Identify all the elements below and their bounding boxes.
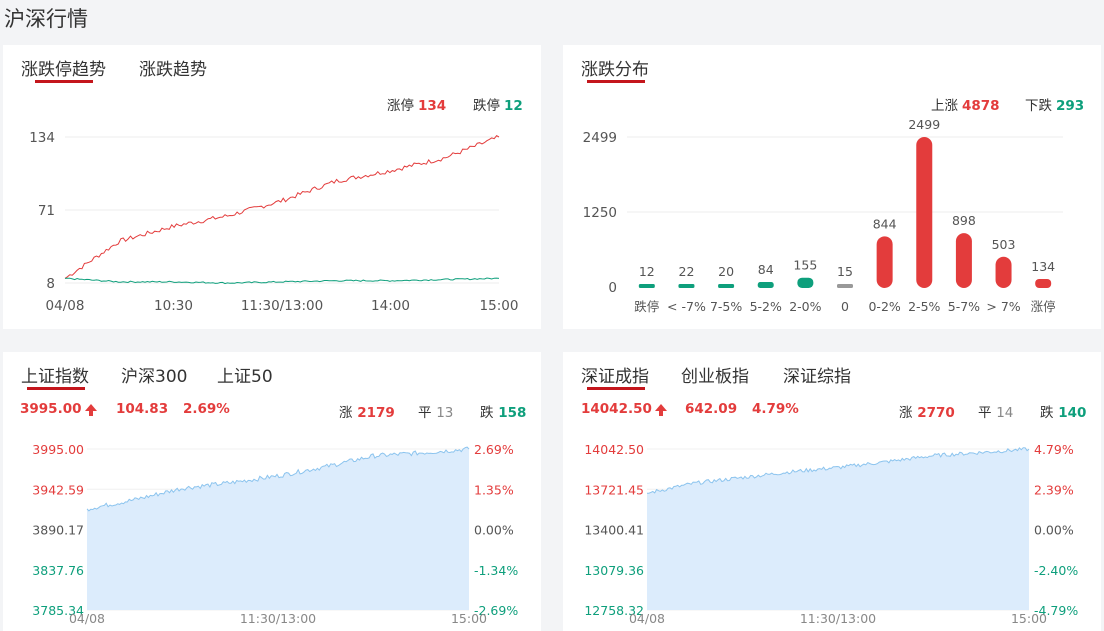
bar-value-label: 134 xyxy=(1031,259,1055,274)
bar-value-label: 503 xyxy=(992,237,1016,252)
bar-value-label: 84 xyxy=(758,262,774,277)
bar-value-label: 844 xyxy=(873,216,897,231)
bar-8 xyxy=(955,233,972,288)
bar-value-label: 15 xyxy=(837,264,853,279)
price-tick-label: 13400.41 xyxy=(584,523,644,538)
price-tick-label: 3942.59 xyxy=(32,482,84,497)
category-label: 2-5% xyxy=(908,299,940,314)
series-line-limit-up xyxy=(64,135,500,279)
bar-value-label: 20 xyxy=(718,264,734,279)
x-tick-label: 11:30/13:00 xyxy=(800,611,876,626)
price-tick-label: 3837.76 xyxy=(32,563,84,578)
category-label: < -7% xyxy=(667,299,706,314)
sh-index-card: 上证指数 沪深300 上证50 3995.00 104.83 2.69% 涨 2… xyxy=(3,352,541,631)
y-tick-label: 8 xyxy=(46,276,55,292)
percent-tick-label: -1.34% xyxy=(474,563,518,578)
price-tick-label: 3890.17 xyxy=(32,523,84,538)
y-tick-label: 0 xyxy=(608,280,617,296)
y-tick-label: 134 xyxy=(29,130,55,146)
bar-value-label: 12 xyxy=(639,264,655,279)
sz-intraday-chart: 14042.5013721.4513400.4113079.3612758.32… xyxy=(584,442,1078,626)
y-tick-label: 1250 xyxy=(583,205,617,221)
limit-trend-card: 涨跌停趋势 涨跌趋势 涨停 134 跌停 12 134 71 8 04/08 10:30 11… xyxy=(3,45,541,329)
bar-1 xyxy=(678,284,695,288)
category-label: 0-2% xyxy=(868,299,900,314)
page-title: 沪深行情 xyxy=(4,7,88,31)
bar-value-label: 2499 xyxy=(908,117,940,132)
bar-10 xyxy=(1035,278,1052,288)
bar-0 xyxy=(638,284,655,288)
x-tick-label: 04/08 xyxy=(629,611,665,626)
category-label: 5-7% xyxy=(948,299,980,314)
y-tick-label: 2499 xyxy=(583,130,617,146)
price-tick-label: 13079.36 xyxy=(584,563,644,578)
sh-intraday-chart: 3995.003942.593890.173837.763785.342.69%… xyxy=(32,442,518,626)
percent-tick-label: 0.00% xyxy=(474,523,514,538)
bar-7 xyxy=(916,137,933,288)
x-tick-label: 11:30/13:00 xyxy=(240,611,316,626)
price-tick-label: 14042.50 xyxy=(584,442,644,457)
x-tick-label: 15:00 xyxy=(480,298,519,314)
sz-index-card: 深证成指 创业板指 深证综指 14042.50 642.09 4.79% 涨 2… xyxy=(563,352,1101,631)
y-tick-label: 71 xyxy=(38,203,55,219)
price-area xyxy=(87,447,469,610)
category-label: > 7% xyxy=(986,299,1020,314)
price-tick-label: 3995.00 xyxy=(32,442,84,457)
bar-9 xyxy=(995,256,1012,288)
price-area xyxy=(647,447,1029,610)
bar-3 xyxy=(757,281,774,288)
percent-tick-label: 0.00% xyxy=(1034,523,1074,538)
category-label: 2-0% xyxy=(789,299,821,314)
x-tick-label: 15:00 xyxy=(451,611,487,626)
bar-5 xyxy=(837,284,853,288)
distribution-chart: 2499 1250 0 12 跌停 22 < -7% 20 7-5% 84 5-2% 155 2-0% 1… xyxy=(583,117,1063,314)
percent-tick-label: 4.79% xyxy=(1034,442,1074,457)
bar-4 xyxy=(797,277,814,288)
bar-value-label: 898 xyxy=(952,213,976,228)
x-tick-label: 15:00 xyxy=(1011,611,1047,626)
category-label: 跌停 xyxy=(634,299,659,314)
price-tick-label: 13721.45 xyxy=(584,482,644,497)
percent-tick-label: 2.39% xyxy=(1034,482,1074,497)
percent-tick-label: 1.35% xyxy=(474,482,514,497)
percent-tick-label: 2.69% xyxy=(474,442,514,457)
bar-value-label: 155 xyxy=(793,258,817,273)
category-label: 0 xyxy=(841,299,849,314)
x-tick-label: 04/08 xyxy=(69,611,105,626)
category-label: 7-5% xyxy=(710,299,742,314)
limit-trend-chart: 134 71 8 04/08 10:30 11:30/13:00 14:00 15:00 xyxy=(29,130,519,314)
x-tick-label: 11:30/13:00 xyxy=(241,298,323,314)
category-label: 涨停 xyxy=(1031,299,1056,314)
bar-2 xyxy=(718,284,735,288)
x-tick-label: 14:00 xyxy=(371,298,410,314)
bar-value-label: 22 xyxy=(679,264,695,279)
bar-6 xyxy=(876,236,893,288)
percent-tick-label: -2.40% xyxy=(1034,563,1078,578)
x-tick-label: 04/08 xyxy=(46,298,85,314)
distribution-card: 涨跌分布 上涨 4878 下跌 293 2499 1250 0 12 跌停 22 < -7% 20… xyxy=(563,45,1101,329)
x-tick-label: 10:30 xyxy=(154,298,193,314)
category-label: 5-2% xyxy=(750,299,782,314)
